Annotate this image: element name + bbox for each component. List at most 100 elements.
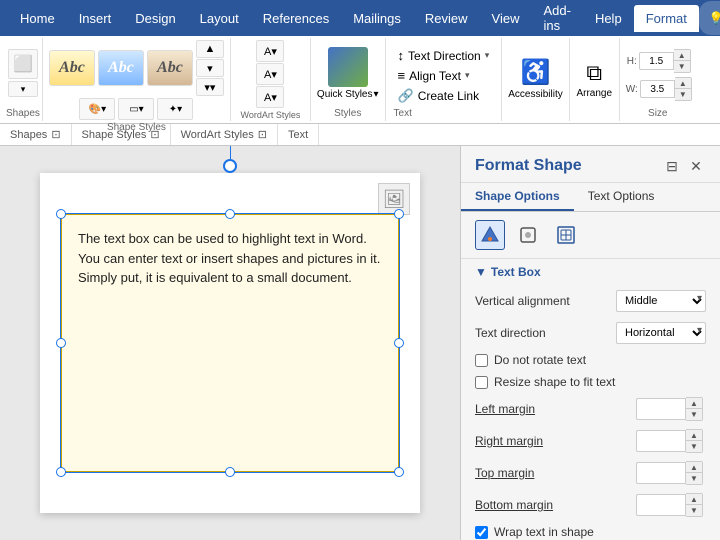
shape-styles-more-btn[interactable]: ▾▾ — [196, 78, 224, 96]
tab-review[interactable]: Review — [413, 5, 480, 32]
layout-icon — [556, 225, 576, 245]
wordart-effects-btn[interactable]: A▾ — [256, 86, 284, 108]
right-margin-btns: ▲ ▼ — [686, 429, 703, 453]
tab-text-options[interactable]: Text Options — [574, 183, 669, 211]
text-direction-row: Text direction Horizontal Rotate all tex… — [461, 317, 720, 349]
shape-effects-btn[interactable]: ✦▾ — [157, 98, 193, 120]
height-up[interactable]: ▲ — [674, 50, 690, 61]
right-margin-up[interactable]: ▲ — [686, 430, 702, 441]
width-down[interactable]: ▼ — [675, 89, 691, 100]
shapes-dropdown-btn[interactable]: ⬜ — [8, 49, 38, 79]
left-margin-down[interactable]: ▼ — [686, 409, 702, 420]
tab-help[interactable]: Help — [583, 5, 634, 32]
shape-outline-btn[interactable]: ▭▾ — [118, 98, 154, 120]
shape-styles-down-btn[interactable]: ▾ — [196, 59, 224, 77]
effects-icon-btn[interactable] — [513, 220, 543, 250]
handle-bottom-middle[interactable] — [225, 467, 235, 477]
tell-me-button[interactable]: 💡 Tell me — [699, 1, 720, 35]
left-margin-up[interactable]: ▲ — [686, 398, 702, 409]
left-margin-input[interactable]: 0.1" — [636, 398, 686, 420]
bottom-margin-label: Bottom margin — [475, 498, 630, 512]
textbox-selection[interactable]: The text box can be used to highlight te… — [60, 213, 400, 473]
top-margin-up[interactable]: ▲ — [686, 462, 702, 473]
textbox-container: The text box can be used to highlight te… — [60, 213, 400, 473]
tab-format[interactable]: Format — [634, 5, 699, 32]
wordart-styles-group: A▾ A▾ A▾ WordArt Styles — [231, 38, 311, 121]
panel-collapse-btn[interactable]: ⊟ — [662, 156, 682, 176]
tab-addins[interactable]: Add-ins — [531, 0, 582, 39]
wrap-text-checkbox[interactable] — [475, 526, 488, 539]
document-area[interactable]: 🖼 The text box can be used to highlight … — [0, 146, 460, 540]
tab-shape-options[interactable]: Shape Options — [461, 183, 574, 211]
left-margin-spinner: 0.1" ▲ ▼ — [636, 397, 706, 421]
vertical-alignment-select[interactable]: Top Middle Bottom — [616, 290, 706, 312]
width-up[interactable]: ▲ — [675, 78, 691, 89]
handle-top-left[interactable] — [56, 209, 66, 219]
bottom-margin-up[interactable]: ▲ — [686, 494, 702, 505]
shapes-more-btn[interactable]: ▾ — [8, 81, 38, 97]
width-spinner: ▲ ▼ — [675, 77, 692, 101]
handle-top-right[interactable] — [394, 209, 404, 219]
text-direction-select[interactable]: Horizontal Rotate all text 90° Rotate al… — [616, 322, 706, 344]
textbox-section-arrow: ▼ — [475, 265, 487, 279]
handle-middle-right[interactable] — [394, 338, 404, 348]
wrap-text-label[interactable]: Wrap text in shape — [494, 525, 594, 539]
tab-layout[interactable]: Layout — [188, 5, 251, 32]
width-input[interactable] — [640, 80, 675, 98]
wordart-fill-btn[interactable]: A▾ — [256, 40, 284, 62]
wordart-outline-btn[interactable]: A▾ — [256, 63, 284, 85]
shape-style-btn-2[interactable]: Abc — [98, 50, 144, 86]
style-btn-label-2: Abc — [108, 59, 134, 77]
text-direction-item[interactable]: ↕ Text Direction ▾ — [394, 46, 494, 65]
effects-icon — [518, 225, 538, 245]
section-wordart[interactable]: WordArt Styles ⊡ — [171, 124, 278, 145]
panel-close-btn[interactable]: ✕ — [686, 156, 706, 176]
quick-styles-dropdown[interactable]: Quick Styles ▾ — [317, 89, 379, 100]
fill-line-icon-btn[interactable] — [475, 220, 505, 250]
align-text-item[interactable]: ≡ Align Text ▾ — [394, 66, 494, 85]
shape-styles-up-btn[interactable]: ▲ — [196, 40, 224, 58]
section-shapes[interactable]: Shapes ⊡ — [0, 124, 72, 145]
quick-styles-btn[interactable] — [328, 47, 368, 87]
quick-styles-group: Quick Styles ▾ Styles — [311, 38, 386, 121]
size-label: Size — [648, 106, 667, 119]
resize-shape-row: Resize shape to fit text — [461, 371, 720, 393]
rotate-handle[interactable] — [223, 146, 237, 173]
tab-view[interactable]: View — [480, 5, 532, 32]
accessibility-label: Accessibility — [508, 89, 562, 101]
shape-style-btn-3[interactable]: Abc — [147, 50, 193, 86]
tab-home[interactable]: Home — [8, 5, 67, 32]
create-link-item[interactable]: 🔗 Create Link — [394, 86, 494, 106]
right-margin-down[interactable]: ▼ — [686, 441, 702, 452]
shape-fill-btn[interactable]: 🎨▾ — [79, 98, 115, 120]
top-margin-input[interactable]: 0.05" — [636, 462, 686, 484]
height-input[interactable] — [639, 52, 674, 70]
shape-style-btn-1[interactable]: Abc — [49, 50, 95, 86]
right-margin-input[interactable]: 0.1" — [636, 430, 686, 452]
do-not-rotate-checkbox[interactable] — [475, 354, 488, 367]
resize-shape-label[interactable]: Resize shape to fit text — [494, 375, 615, 389]
height-down[interactable]: ▼ — [674, 61, 690, 72]
tab-mailings[interactable]: Mailings — [341, 5, 413, 32]
handle-bottom-left[interactable] — [56, 467, 66, 477]
bottom-margin-down[interactable]: ▼ — [686, 505, 702, 516]
textbox-section-header[interactable]: ▼ Text Box — [461, 259, 720, 285]
tab-design[interactable]: Design — [123, 5, 187, 32]
style-btn-label-1: Abc — [59, 59, 85, 77]
tab-references[interactable]: References — [251, 5, 341, 32]
layout-icon-btn[interactable] — [551, 220, 581, 250]
top-margin-down[interactable]: ▼ — [686, 473, 702, 484]
handle-middle-left[interactable] — [56, 338, 66, 348]
section-shape-styles[interactable]: Shape Styles ⊡ — [72, 124, 171, 145]
resize-shape-checkbox[interactable] — [475, 376, 488, 389]
do-not-rotate-label[interactable]: Do not rotate text — [494, 353, 586, 367]
textbox-section: ▼ Text Box Vertical alignment Top Middle… — [461, 259, 720, 540]
section-text[interactable]: Text — [278, 124, 319, 145]
handle-bottom-right[interactable] — [394, 467, 404, 477]
arrange-btn[interactable]: ⧉ — [586, 60, 602, 86]
accessibility-btn[interactable]: ♿ — [521, 58, 551, 87]
tab-insert[interactable]: Insert — [67, 5, 124, 32]
textbox[interactable]: The text box can be used to highlight te… — [61, 214, 399, 472]
bottom-margin-input[interactable]: 0.05" — [636, 494, 686, 516]
handle-top-middle[interactable] — [225, 209, 235, 219]
